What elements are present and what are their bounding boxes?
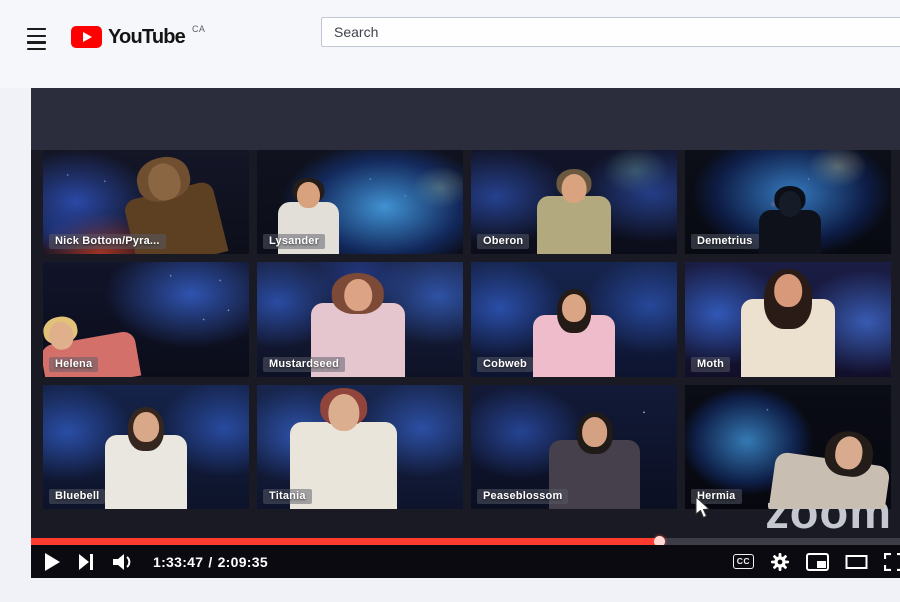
video-player[interactable]: Nick Bottom/Pyra... Lysander Oberon Demetri… (31, 88, 900, 578)
youtube-logo[interactable]: YouTube CA (71, 24, 205, 50)
participant-name-label: Cobweb (477, 357, 533, 372)
participant-figure (105, 435, 187, 509)
fullscreen-icon (884, 553, 900, 571)
next-button[interactable] (79, 554, 94, 570)
participants-grid: Nick Bottom/Pyra... Lysander Oberon Demetri… (43, 150, 891, 509)
progress-fill (31, 538, 660, 545)
participant-figure (741, 299, 836, 377)
participant-tile-oberon: Oberon (471, 150, 677, 254)
participant-name-label: Mustardseed (263, 357, 345, 372)
youtube-play-icon (71, 26, 102, 48)
fullscreen-button[interactable] (884, 553, 900, 571)
play-button[interactable] (45, 553, 60, 571)
time-separator: / (208, 554, 212, 570)
progress-bar[interactable] (31, 538, 900, 545)
right-controls: CC (733, 545, 900, 578)
miniplayer-icon (806, 553, 829, 571)
volume-button[interactable] (113, 554, 134, 570)
participant-tile-helena: Helena (43, 262, 249, 377)
participant-figure (768, 452, 891, 509)
participant-tile-titania: Titania (257, 385, 463, 509)
participant-figure (759, 210, 821, 254)
current-time: 1:33:47 (153, 554, 203, 570)
player-controls-bar: 1:33:47 / 2:09:35 CC (31, 545, 900, 578)
participant-tile-demetrius: Demetrius (685, 150, 891, 254)
participant-tile-moth: Moth (685, 262, 891, 377)
page: { "header": { "brand": "YouTube", "regio… (0, 0, 900, 602)
theater-mode-button[interactable] (845, 554, 868, 570)
participant-name-label: Lysander (263, 234, 325, 249)
time-display: 1:33:47 / 2:09:35 (153, 554, 268, 570)
subtitles-button[interactable]: CC (733, 554, 754, 570)
settings-button[interactable] (770, 552, 790, 572)
participant-tile-lysander: Lysander (257, 150, 463, 254)
participant-name-label: Bluebell (49, 489, 105, 504)
participant-name-label: Peaseblossom (477, 489, 568, 504)
volume-icon (113, 554, 134, 570)
participant-name-label: Helena (49, 357, 98, 372)
participant-figure (533, 315, 615, 377)
brand-name: YouTube (108, 24, 185, 50)
next-icon (79, 554, 94, 570)
participant-tile-peaseblossom: Peaseblossom (471, 385, 677, 509)
left-controls: 1:33:47 / 2:09:35 (45, 545, 268, 578)
participant-tile-mustardseed: Mustardseed (257, 262, 463, 377)
gear-icon (770, 552, 790, 572)
theater-icon (845, 554, 868, 570)
duration: 2:09:35 (218, 554, 268, 570)
app-header: YouTube CA (0, 0, 900, 88)
participant-name-label: Moth (691, 357, 730, 372)
brand-region: CA (192, 24, 205, 34)
participant-tile-cobweb: Cobweb (471, 262, 677, 377)
closed-captions-icon: CC (733, 554, 754, 570)
mouse-pointer-icon (695, 496, 712, 525)
miniplayer-button[interactable] (806, 553, 829, 571)
search-input[interactable] (321, 17, 900, 47)
participant-tile-bluebell: Bluebell (43, 385, 249, 509)
participant-tile-nick-bottom-pyra: Nick Bottom/Pyra... (43, 150, 249, 254)
participant-name-label: Titania (263, 489, 312, 504)
participant-name-label: Nick Bottom/Pyra... (49, 234, 166, 249)
participant-tile-hermia: Hermia (685, 385, 891, 509)
hamburger-icon (27, 28, 46, 30)
participant-figure (537, 196, 611, 254)
menu-button[interactable] (27, 28, 49, 46)
participant-name-label: Demetrius (691, 234, 759, 249)
participant-name-label: Oberon (477, 234, 529, 249)
play-icon (45, 553, 60, 571)
